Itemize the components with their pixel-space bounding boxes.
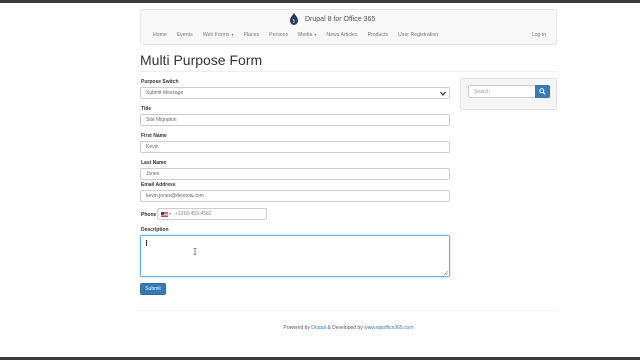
last-name-label: Last Name [141,160,167,166]
last-name-input[interactable]: Jones [140,168,450,180]
description-label: Description [141,227,169,233]
nav-item-news-articles[interactable]: News Articles [326,32,357,38]
top-strip [0,0,640,3]
caret-down-icon: ▾ [313,32,317,37]
us-flag-icon [161,211,168,217]
search-input[interactable]: Search [468,85,535,98]
description-textarea[interactable] [140,235,450,277]
footer-drupal-link[interactable]: Drupal [311,325,326,331]
footer-middle: & Developed by [326,325,365,331]
login-link[interactable]: Log in [532,32,546,38]
footer-divider [140,310,557,311]
nav-item-web-forms[interactable]: Web Forms ▾ [203,32,234,38]
title-label: Title [141,106,152,112]
footer: Powered by Drupal & Developed by www.wpo… [0,325,640,331]
submit-button[interactable]: Submit [140,283,166,295]
sidebar-search-block: Search [460,78,557,110]
nav-item-media[interactable]: Media ▾ [298,32,316,38]
first-name-input[interactable]: Kevin [140,141,450,153]
nav-item-user-registration[interactable]: User Registration [398,32,438,38]
footer-developer-link[interactable]: www.wpoffice365.com [364,325,413,331]
phone-label: Phone [141,212,157,218]
purpose-switch-label: Purpose Switch [141,79,179,85]
email-label: Email Address [141,182,176,188]
nav-item-products[interactable]: Products [368,32,388,38]
nav-item-places[interactable]: Places [244,32,260,38]
nav-item-web-forms-label: Web Forms [202,32,230,38]
drupal-logo-icon [290,13,298,25]
brand[interactable]: Drupal 8 for Office 365 [289,13,375,25]
brand-title: Drupal 8 for Office 365 [305,15,376,23]
ibeam-cursor-icon [193,248,197,255]
navbar: Drupal 8 for Office 365 Home Events Web … [140,9,557,45]
search-button[interactable] [535,85,550,98]
nav-item-persons[interactable]: Persons [269,32,288,38]
nav-item-events[interactable]: Events [177,32,193,38]
title-divider [140,71,557,72]
phone-value: +1918-459-4582 [174,211,212,217]
email-input[interactable]: kevin.jones@devnow.com [140,190,450,202]
nav-item-home[interactable]: Home [153,32,167,38]
text-caret [146,240,147,246]
nav-item-media-label: Media [298,32,313,38]
search-icon [539,88,546,95]
footer-prefix: Powered by [283,325,312,331]
phone-input[interactable]: ▾ +1918-459-4582 [157,208,267,220]
purpose-switch-select[interactable]: Submit Message [140,87,450,99]
first-name-label: First Name [141,133,167,139]
resize-handle-icon[interactable] [443,270,448,275]
page-title: Multi Purpose Form [140,52,263,68]
country-dropdown-icon[interactable]: ▾ [169,212,171,216]
caret-down-icon: ▾ [230,32,234,37]
chevron-down-icon [440,91,446,96]
purpose-switch-value: Submit Message [146,90,184,96]
title-input[interactable]: Site Migration [140,114,450,126]
main-nav: Home Events Web Forms ▾ Places Persons M… [153,32,448,38]
